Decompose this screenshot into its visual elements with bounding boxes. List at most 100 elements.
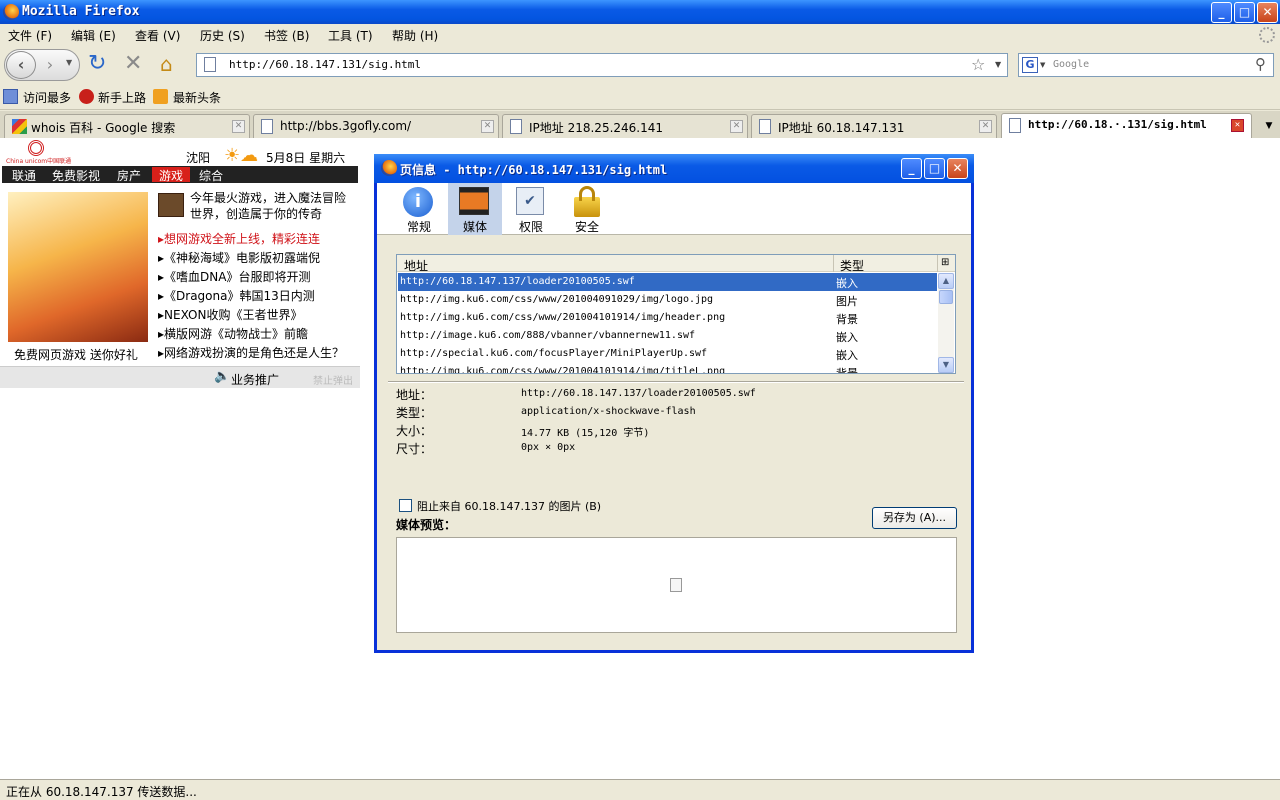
stop-icon[interactable]: ✕: [124, 52, 142, 76]
dialog-minimize-button[interactable]: _: [901, 158, 922, 179]
menu-bookmarks[interactable]: 书签 (B): [264, 27, 309, 44]
close-button[interactable]: ✕: [1257, 2, 1278, 23]
menu-view[interactable]: 查看 (V): [135, 27, 180, 44]
window-title-bar[interactable]: Mozilla Firefox _ □ ✕: [0, 0, 1280, 24]
minimize-button[interactable]: _: [1211, 2, 1232, 23]
game-characters-image[interactable]: [8, 192, 148, 342]
back-button[interactable]: ‹: [6, 51, 36, 79]
bookmark-star-icon[interactable]: ☆: [971, 55, 985, 74]
home-icon[interactable]: ⌂: [160, 52, 173, 76]
media-row[interactable]: http://image.ku6.com/888/vbanner/vbanner…: [398, 327, 937, 345]
ad-nav-games[interactable]: 游戏: [152, 167, 190, 183]
ad-link-1[interactable]: ▸想网游戏全新上线，精彩连连: [158, 230, 320, 247]
media-row[interactable]: http://60.18.147.137/loader20100505.swf 嵌…: [398, 273, 937, 291]
tab-bbs-3gofly[interactable]: http://bbs.3gofly.com/ ✕: [253, 114, 499, 138]
tab-ip-218[interactable]: IP地址 218.25.246.141 ✕: [502, 114, 748, 138]
ad-nav: 联通 免费影视 房产 游戏 综合: [2, 166, 358, 183]
search-box[interactable]: G ▼ Google ⚲: [1018, 53, 1274, 77]
bookmark-latest-headlines[interactable]: 最新头条: [173, 89, 221, 106]
ad-link-5[interactable]: ▸NEXON收购《王者世界》: [158, 306, 302, 323]
save-as-button[interactable]: 另存为 (A)...: [872, 507, 957, 529]
scroll-thumb[interactable]: [939, 290, 953, 304]
tab-sig-html[interactable]: http://60.18.·.131/sig.html ✕: [1001, 113, 1252, 138]
reload-icon[interactable]: ↻: [88, 52, 106, 76]
url-input[interactable]: http://60.18.147.131/sig.html: [229, 58, 421, 71]
tab-label: 常规: [406, 220, 431, 234]
tab-title: IP地址 60.18.147.131: [778, 121, 905, 135]
block-images-label[interactable]: 阻止来自 60.18.147.137 的图片 (B): [417, 498, 601, 514]
ad-footer: 🔈 业务推广 禁止弹出: [0, 366, 360, 388]
dialog-tabs: i 常规 媒体 ✔ 权限 安全: [377, 183, 971, 235]
search-engine-icon[interactable]: G: [1022, 57, 1038, 73]
dialog-tab-permissions[interactable]: ✔ 权限: [504, 183, 558, 235]
splitter[interactable]: [388, 381, 964, 383]
media-row[interactable]: http://img.ku6.com/css/www/201004101914/…: [398, 363, 937, 373]
search-magnifier-icon[interactable]: ⚲: [1255, 55, 1266, 73]
ad-link-6[interactable]: ▸横版网游《动物战士》前瞻: [158, 325, 308, 342]
search-engine-dropdown-icon[interactable]: ▼: [1040, 61, 1045, 69]
dialog-tab-general[interactable]: i 常规: [392, 183, 446, 235]
menu-history[interactable]: 历史 (S): [200, 27, 245, 44]
rss-feed-icon: [153, 89, 168, 104]
tab-whois[interactable]: whois 百科 - Google 搜索 ✕: [4, 114, 250, 138]
forward-button[interactable]: ›: [40, 55, 60, 75]
dialog-title-bar[interactable]: 页信息 - http://60.18.147.131/sig.html _ □ …: [374, 154, 974, 183]
tab-ip-60[interactable]: IP地址 60.18.147.131 ✕: [751, 114, 997, 138]
tab-close-icon[interactable]: ✕: [979, 120, 992, 133]
all-tabs-icon[interactable]: ▼: [1260, 117, 1278, 135]
ad-link-7[interactable]: ▸网络游戏扮演的是角色还是人生？: [158, 344, 344, 361]
history-dropdown-icon[interactable]: ▼: [66, 58, 72, 67]
column-picker-icon[interactable]: ⊞: [941, 257, 949, 268]
ad-date: 5月8日 星期六: [266, 151, 346, 165]
tab-close-icon[interactable]: ✕: [730, 120, 743, 133]
media-row[interactable]: http://special.ku6.com/focusPlayer/MiniP…: [398, 345, 937, 363]
ad-headline[interactable]: 今年最火游戏，进入魔法冒险世界，创造属于你的传奇: [190, 190, 354, 222]
menu-help[interactable]: 帮助 (H): [392, 27, 438, 44]
prop-type-value: application/x-shockwave-flash: [521, 406, 696, 417]
scroll-down-icon[interactable]: ▼: [938, 357, 954, 373]
tab-title: http://60.18.·.131/sig.html: [1028, 118, 1207, 131]
tab-label: 安全: [574, 220, 599, 234]
bookmark-getting-started[interactable]: 新手上路: [98, 89, 146, 106]
media-list[interactable]: 地址 类型 ⊞ http://60.18.147.137/loader20100…: [396, 254, 956, 374]
dialog-close-button[interactable]: ✕: [947, 158, 968, 179]
media-row[interactable]: http://img.ku6.com/css/www/201004091029/…: [398, 291, 937, 309]
ad-link-2[interactable]: ▸《神秘海域》电影版初露端倪: [158, 249, 320, 266]
url-bar[interactable]: http://60.18.147.131/sig.html ☆ ▼: [196, 53, 1008, 77]
tab-close-icon[interactable]: ✕: [481, 120, 494, 133]
ad-nav-general[interactable]: 综合: [199, 167, 223, 184]
ad-nav-unicom[interactable]: 联通: [12, 167, 36, 184]
dialog-tab-security[interactable]: 安全: [560, 183, 614, 235]
bookmark-most-visited[interactable]: 访问最多: [23, 89, 71, 106]
bookmarks-toolbar: 访问最多 新手上路 最新头条: [0, 84, 1280, 110]
column-type[interactable]: 类型: [840, 257, 864, 274]
tab-close-icon[interactable]: ✕: [232, 120, 245, 133]
menu-edit[interactable]: 编辑 (E): [71, 27, 116, 44]
ad-nav-movies[interactable]: 免费影视: [52, 167, 100, 184]
ad-link-3[interactable]: ▸《嗜血DNA》台服即将开测: [158, 268, 310, 285]
dialog-title: 页信息 - http://60.18.147.131/sig.html: [400, 163, 668, 177]
media-row[interactable]: http://img.ku6.com/css/www/201004101914/…: [398, 309, 937, 327]
media-preview: [396, 537, 957, 633]
dialog-tab-media[interactable]: 媒体: [448, 183, 502, 235]
page-icon: [510, 119, 522, 134]
ad-caption[interactable]: 免费网页游戏 送你好礼: [14, 346, 138, 363]
ad-panel: China unicom中国联通 沈阳 ☀☁ 5月8日 星期六 联通 免费影视 …: [0, 138, 360, 389]
url-dropdown-icon[interactable]: ▼: [995, 60, 1001, 69]
menu-tools[interactable]: 工具 (T): [328, 27, 373, 44]
menu-file[interactable]: 文件 (F): [8, 27, 52, 44]
ad-promo[interactable]: 业务推广: [231, 371, 279, 388]
dialog-maximize-button[interactable]: □: [924, 158, 945, 179]
scroll-up-icon[interactable]: ▲: [938, 273, 954, 289]
prop-type-label: 类型：: [396, 406, 433, 420]
media-list-scrollbar[interactable]: ▲ ▼: [938, 273, 954, 373]
firefox-logo-icon: [381, 160, 397, 176]
maximize-button[interactable]: □: [1234, 2, 1255, 23]
ad-stop-popup[interactable]: 禁止弹出: [313, 372, 353, 387]
search-input[interactable]: Google: [1053, 59, 1089, 70]
ad-link-4[interactable]: ▸《Dragona》韩国13日内测: [158, 287, 315, 304]
block-images-checkbox[interactable]: [399, 499, 412, 512]
column-address[interactable]: 地址: [404, 257, 428, 274]
ad-nav-realestate[interactable]: 房产: [117, 167, 141, 184]
tab-close-icon[interactable]: ✕: [1231, 119, 1244, 132]
